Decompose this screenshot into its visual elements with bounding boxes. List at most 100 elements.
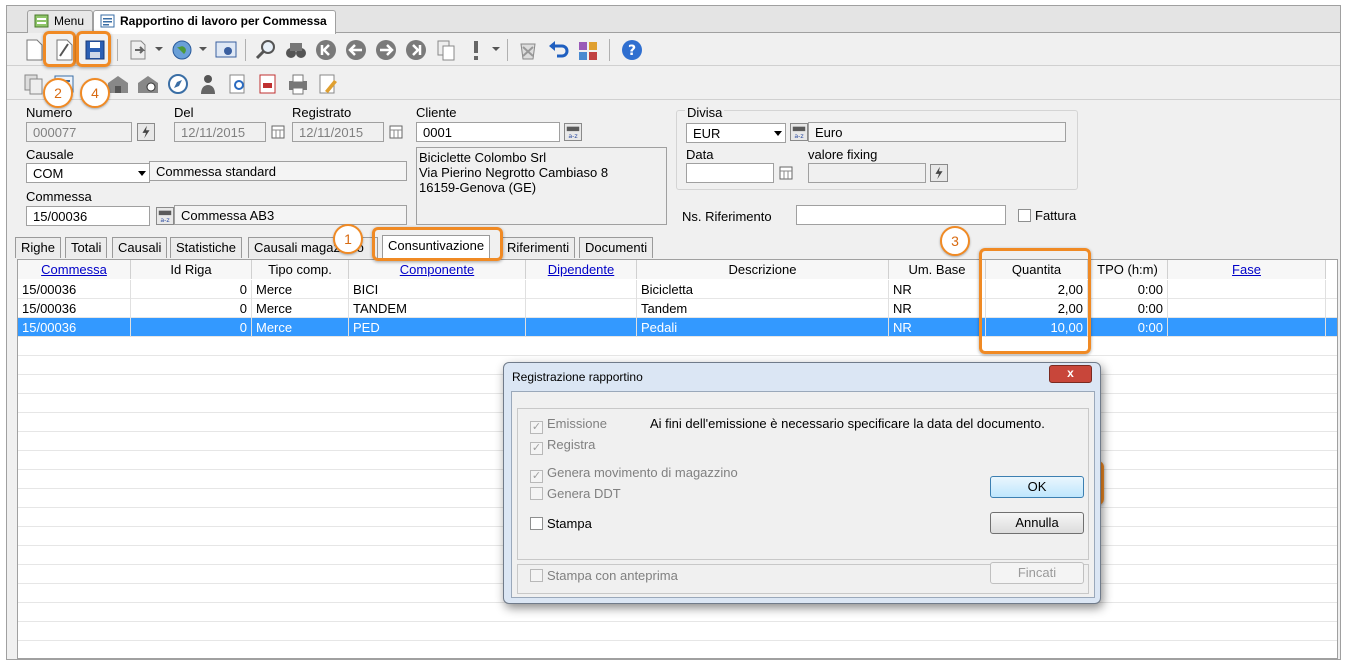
address-line: Via Pierino Negrotto Cambiaso 8 [419, 165, 609, 180]
calendar-icon[interactable] [271, 125, 285, 139]
divisa-select[interactable]: EUR [686, 123, 786, 143]
fixing-field[interactable] [808, 163, 926, 183]
tab-causali[interactable]: Causali [112, 237, 168, 258]
svg-text:?: ? [628, 43, 636, 59]
cell: 0:00 [1088, 280, 1168, 299]
column-header-componente[interactable]: Componente [349, 260, 526, 279]
checkbox-box[interactable]: ✓ [530, 421, 543, 434]
delete-icon[interactable] [515, 37, 541, 63]
checkbox-box[interactable] [530, 569, 543, 582]
lightning-icon[interactable] [930, 164, 948, 182]
chevron-down-icon[interactable] [138, 171, 146, 176]
checkbox-box[interactable] [1018, 209, 1031, 222]
fattura-label: Fattura [1035, 208, 1077, 223]
genera-movimento-checkbox[interactable]: ✓ Genera movimento di magazzino [530, 465, 738, 483]
callout-2: 2 [43, 78, 73, 108]
column-header-tpo[interactable]: TPO (h:m) [1088, 260, 1168, 279]
del-field[interactable]: 12/11/2015 [174, 122, 266, 142]
preview-icon[interactable] [225, 71, 251, 97]
search-icon[interactable] [253, 37, 279, 63]
table-row[interactable]: 15/00036 0 Merce TANDEM Tandem NR 2,00 0… [18, 299, 1337, 318]
cell: Pedali [637, 318, 889, 337]
table-row-selected[interactable]: 15/00036 0 Merce PED Pedali NR 10,00 0:0… [18, 318, 1337, 337]
modules-icon[interactable] [575, 37, 601, 63]
ok-button[interactable]: OK [990, 476, 1084, 498]
binoculars-icon[interactable] [283, 37, 309, 63]
commessa-label: Commessa [26, 189, 92, 204]
cell: Bicicletta [637, 280, 889, 299]
ns-riferimento-field[interactable] [796, 205, 1006, 225]
genera-ddt-checkbox[interactable]: Genera DDT [530, 486, 621, 501]
undo-icon[interactable] [545, 37, 571, 63]
menu-icon [34, 14, 49, 28]
registrato-field[interactable]: 12/11/2015 [292, 122, 384, 142]
close-button[interactable]: x [1049, 365, 1092, 383]
first-record-icon[interactable] [313, 37, 339, 63]
lookup-az-icon[interactable]: a-z [790, 123, 808, 141]
annulla-button[interactable]: Annulla [990, 512, 1084, 534]
tab-rapportino-label: Rapportino di lavoro per Commessa [120, 14, 327, 28]
checkbox-box[interactable] [530, 487, 543, 500]
numero-field[interactable]: 000077 [26, 122, 132, 142]
emissione-checkbox[interactable]: ✓ Emissione [530, 416, 607, 434]
column-header-dipendente[interactable]: Dipendente [526, 260, 637, 279]
warehouse-search-icon[interactable] [135, 71, 161, 97]
column-header-tipo-comp[interactable]: Tipo comp. [252, 260, 349, 279]
last-record-icon[interactable] [403, 37, 429, 63]
data-field[interactable] [686, 163, 774, 183]
print-icon[interactable] [285, 71, 311, 97]
tab-documenti[interactable]: Documenti [579, 237, 654, 258]
column-header-id-riga[interactable]: Id Riga [131, 260, 252, 279]
lookup-az-icon[interactable]: a-z [564, 123, 582, 141]
checkbox-box[interactable] [530, 517, 543, 530]
lookup-az-icon[interactable]: a-z [156, 207, 174, 225]
tab-menu[interactable]: Menu [27, 10, 94, 33]
genera-movimento-label: Genera movimento di magazzino [547, 465, 738, 480]
help-icon[interactable]: ? [619, 37, 645, 63]
person-icon[interactable] [195, 71, 221, 97]
stampa-checkbox[interactable]: Stampa [530, 516, 592, 531]
causale-select[interactable]: COM [26, 163, 150, 183]
compass-icon[interactable] [165, 71, 191, 97]
column-header-um-base[interactable]: Um. Base [889, 260, 986, 279]
tab-statistiche[interactable]: Statistiche [170, 237, 242, 258]
table-row-empty [18, 641, 1337, 658]
pdf-icon[interactable] [255, 71, 281, 97]
tab-totali[interactable]: Totali [65, 237, 108, 258]
lightning-icon[interactable] [137, 123, 155, 141]
causale-description: Commessa standard [149, 161, 407, 181]
tab-riferimenti[interactable]: Riferimenti [501, 237, 576, 258]
stampa-anteprima-checkbox[interactable]: Stampa con anteprima [530, 568, 678, 583]
registra-checkbox[interactable]: ✓ Registra [530, 437, 595, 455]
edit-report-icon[interactable] [315, 71, 341, 97]
cliente-field[interactable]: 0001 [416, 122, 560, 142]
cell [1168, 318, 1326, 337]
copy-icon[interactable] [433, 37, 459, 63]
chevron-down-icon[interactable] [774, 131, 782, 136]
tab-rapportino[interactable]: Rapportino di lavoro per Commessa [93, 10, 336, 34]
stampa-label: Stampa [547, 516, 592, 531]
table-row[interactable]: 15/00036 0 Merce BICI Bicicletta NR 2,00… [18, 280, 1337, 299]
exclamation-icon[interactable] [463, 37, 489, 63]
column-header-fase[interactable]: Fase [1168, 260, 1326, 279]
column-header-commessa[interactable]: Commessa [18, 260, 131, 279]
next-record-icon[interactable] [373, 37, 399, 63]
checkbox-box[interactable]: ✓ [530, 470, 543, 483]
address-line: Biciclette Colombo Srl [419, 150, 547, 165]
commessa-field[interactable]: 15/00036 [26, 206, 150, 226]
cell: NR [889, 280, 986, 299]
calendar-icon[interactable] [389, 125, 403, 139]
column-header-descrizione[interactable]: Descrizione [637, 260, 889, 279]
globe-icon[interactable] [169, 37, 195, 63]
highlight-consuntivazione-tab [372, 227, 503, 261]
settings-screen-icon[interactable] [213, 37, 239, 63]
checkbox-box[interactable]: ✓ [530, 442, 543, 455]
fattura-checkbox[interactable]: Fattura [1018, 208, 1076, 223]
fincati-button[interactable]: Fincati [990, 562, 1084, 584]
tab-righe[interactable]: Righe [15, 237, 61, 258]
export-icon[interactable] [125, 37, 151, 63]
calendar-icon[interactable] [779, 166, 793, 180]
cell: Merce [252, 280, 349, 299]
previous-record-icon[interactable] [343, 37, 369, 63]
cell [526, 318, 637, 337]
